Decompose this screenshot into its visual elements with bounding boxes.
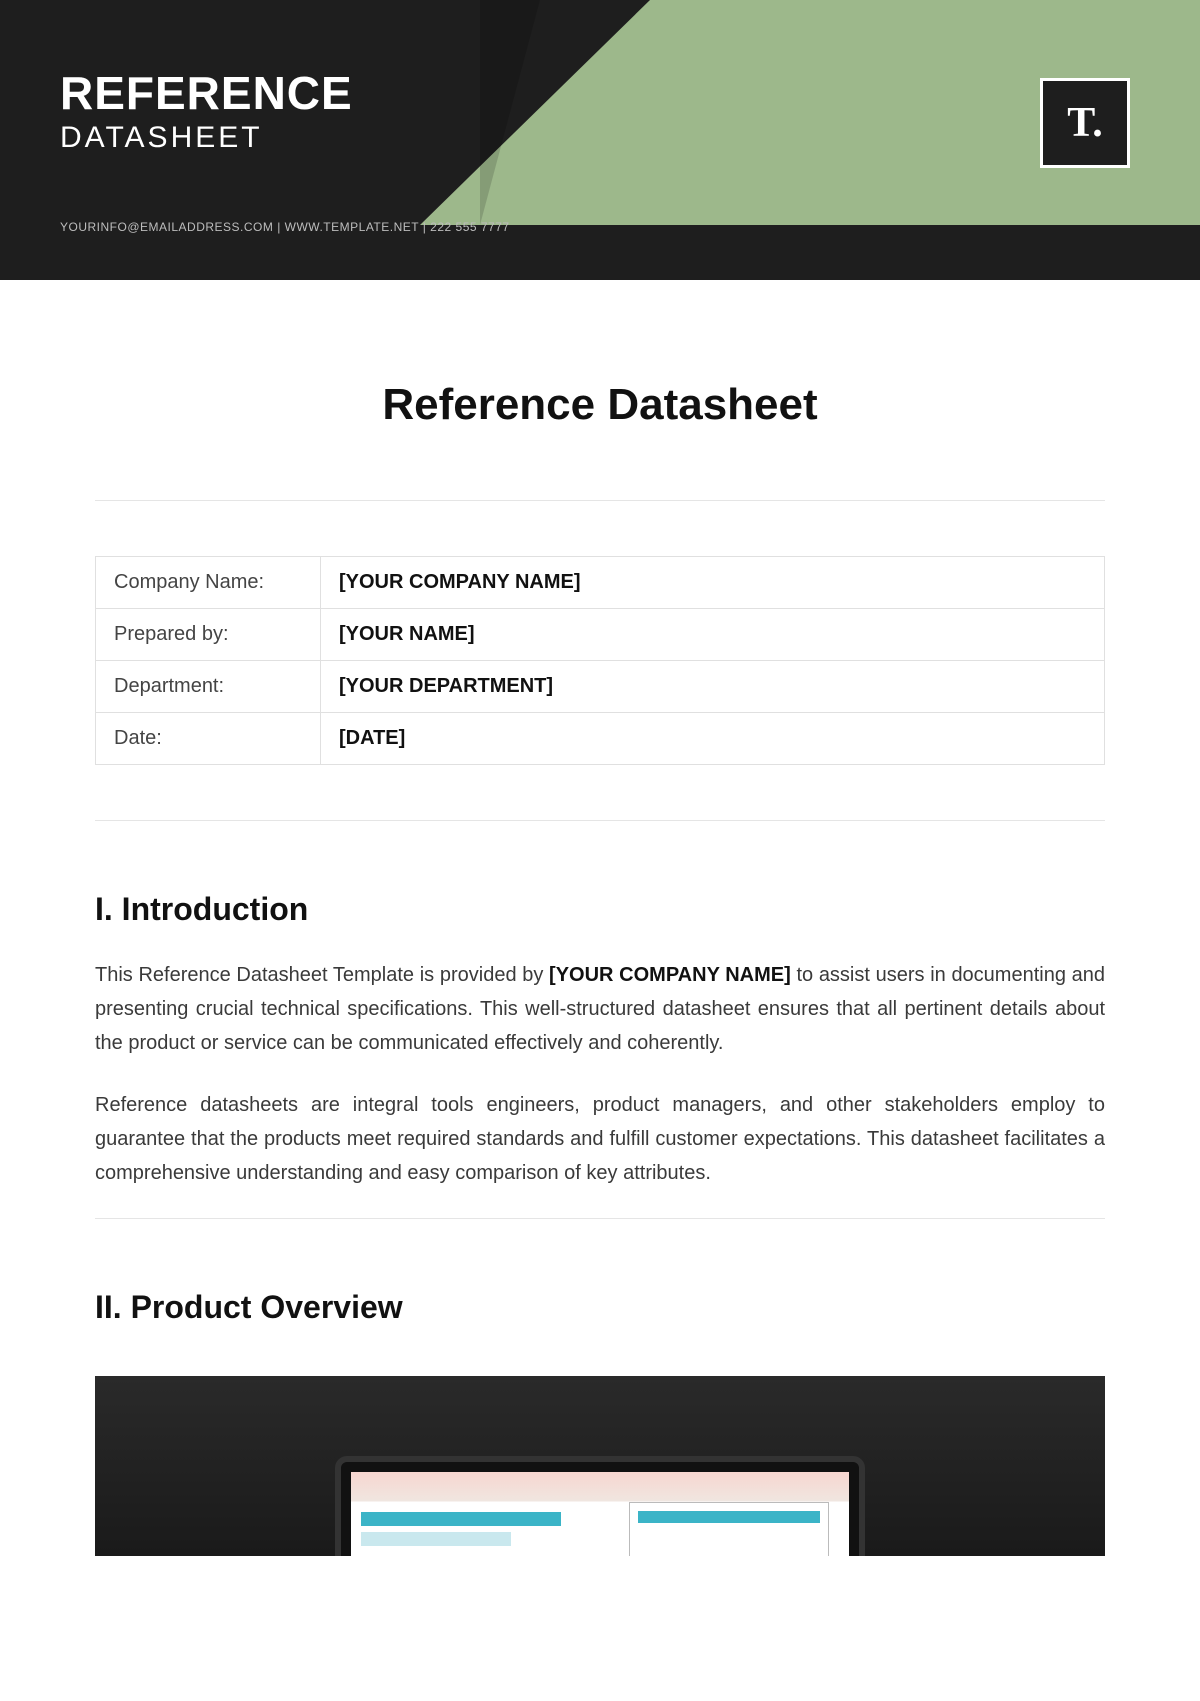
banner-title-line2: DATASHEET [60,120,353,156]
table-row: Date: [DATE] [96,713,1105,765]
header-banner: REFERENCE DATASHEET YOURINFO@EMAILADDRES… [0,0,1200,280]
table-row: Department: [YOUR DEPARTMENT] [96,661,1105,713]
intro-p1-bold: [YOUR COMPANY NAME] [549,964,791,986]
info-table-body: Company Name: [YOUR COMPANY NAME] Prepar… [96,557,1105,765]
laptop-screen [351,1472,849,1556]
intro-p1-text-a: This Reference Datasheet Template is pro… [95,964,549,986]
laptop-icon [335,1456,865,1556]
section-overview-heading: II. Product Overview [95,1289,1105,1326]
document-title: Reference Datasheet [95,380,1105,430]
info-value: [YOUR COMPANY NAME] [321,557,1105,609]
table-row: Prepared by: [YOUR NAME] [96,609,1105,661]
info-label: Prepared by: [96,609,321,661]
intro-paragraph-1: This Reference Datasheet Template is pro… [95,958,1105,1060]
info-label: Company Name: [96,557,321,609]
banner-title-block: REFERENCE DATASHEET [60,70,353,156]
info-label: Date: [96,713,321,765]
section-intro-heading: I. Introduction [95,891,1105,928]
info-value: [YOUR NAME] [321,609,1105,661]
banner-diagonal-accent [480,0,540,225]
table-row: Company Name: [YOUR COMPANY NAME] [96,557,1105,609]
divider [95,820,1105,821]
info-value: [YOUR DEPARTMENT] [321,661,1105,713]
product-image-placeholder [95,1376,1105,1556]
document-page: REFERENCE DATASHEET YOURINFO@EMAILADDRES… [0,0,1200,1701]
logo-text: T. [1067,99,1102,147]
banner-contact-line: YOURINFO@EMAILADDRESS.COM | WWW.TEMPLATE… [60,220,510,234]
panel-bar [638,1511,820,1523]
info-value: [DATE] [321,713,1105,765]
info-label: Department: [96,661,321,713]
banner-title-line1: REFERENCE [60,70,353,116]
divider [95,1218,1105,1219]
divider [95,500,1105,501]
logo-box: T. [1040,78,1130,168]
screen-panel [629,1502,829,1556]
intro-paragraph-2: Reference datasheets are integral tools … [95,1088,1105,1190]
screen-bar [361,1512,561,1526]
document-content: Reference Datasheet Company Name: [YOUR … [0,280,1200,1556]
screen-bar [361,1532,511,1546]
info-table: Company Name: [YOUR COMPANY NAME] Prepar… [95,556,1105,765]
